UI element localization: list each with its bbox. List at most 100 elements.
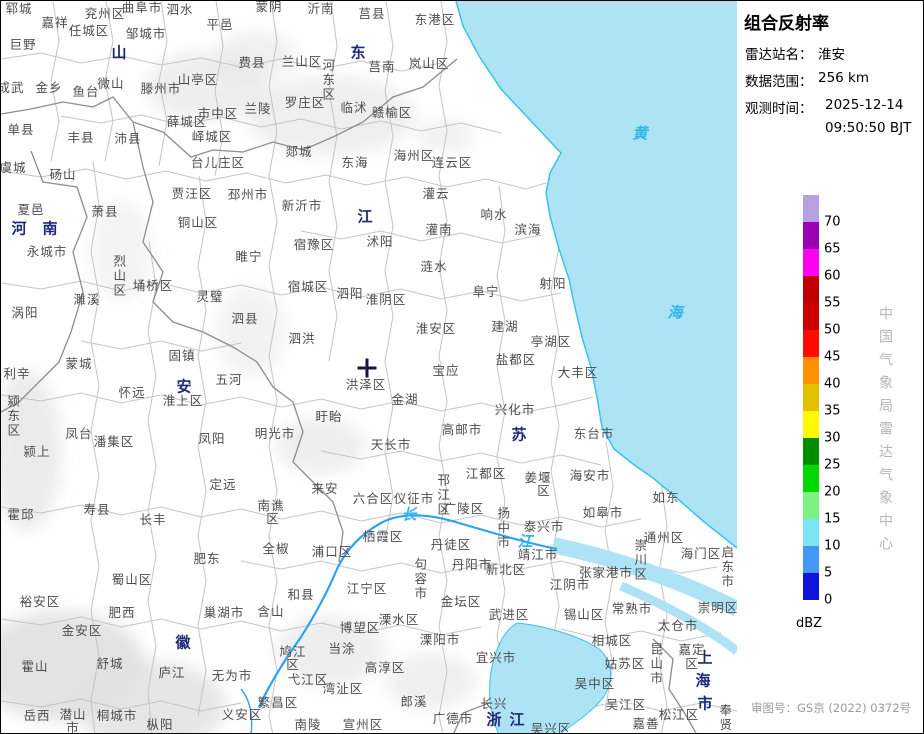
district-label: 吴兴区 (530, 720, 572, 734)
district-label: 平邑 (206, 16, 234, 32)
district-label: 台儿庄区 (190, 154, 246, 170)
district-label: 淮安区 (415, 320, 457, 336)
district-label: 繁昌区 (257, 694, 299, 710)
district-label: 岳西 (23, 707, 51, 723)
district-label: 太仓市 (657, 617, 699, 633)
district-label: 射阳 (539, 275, 567, 291)
legend-tick: 20 (824, 484, 841, 500)
district-label: 永城市 (26, 243, 68, 259)
data-range-label: 数据范围： (745, 74, 813, 90)
district-label: 利辛 (3, 365, 31, 381)
district-label: 高邮市 (441, 421, 483, 437)
district-label: 铜山区 (177, 214, 219, 230)
district-label: 兰陵 (244, 100, 272, 116)
legend-color-cell (803, 519, 819, 546)
district-label: 枞阳 (146, 716, 174, 732)
district-label: 烈山区 (111, 254, 127, 298)
district-label: 怀远 (118, 384, 146, 400)
district-label: 区 (266, 510, 280, 526)
district-label: 霍山 (21, 658, 49, 674)
district-label: 博望区 (339, 619, 381, 635)
legend-color-cell (803, 465, 819, 492)
info-panel: 组合反射率 雷达站名： 淮安 数据范围： 256 km 观测时间： 2025-1… (737, 1, 923, 733)
legend-tick: 50 (824, 322, 841, 338)
district-label: 浦口区 (311, 543, 353, 559)
district-label: 含山 (257, 603, 285, 619)
district-label: 盐都区 (495, 351, 537, 367)
legend-tick: 30 (824, 430, 841, 446)
province-label: 南 (42, 219, 58, 238)
district-label: 罗庄区 (284, 94, 326, 110)
legend-tick: 15 (824, 511, 841, 527)
district-label: 长兴 (480, 695, 508, 711)
district-label: 金安区 (61, 622, 103, 638)
district-label: 沛县 (114, 130, 142, 146)
province-label: 上 (697, 648, 713, 667)
district-label: 郯城 (285, 143, 313, 159)
legend-color-cell (803, 303, 819, 330)
district-label: 虞城 (1, 159, 27, 175)
district-label: 成武 (1, 79, 25, 95)
district-label: 江宁区 (346, 580, 388, 596)
district-label: 固镇 (168, 347, 196, 363)
district-label: 六合区 (352, 490, 394, 506)
watermark-vertical-text: 中国气象局雷达气象中心 (877, 306, 893, 559)
district-label: 赣榆区 (371, 104, 413, 120)
district-label: 舒城 (96, 655, 124, 671)
district-label: 新沂市 (281, 197, 323, 213)
legend-color-cell (803, 276, 819, 303)
legend-tick: 5 (824, 565, 833, 581)
district-label: 涟水 (420, 258, 448, 274)
province-label: 市 (697, 694, 713, 713)
district-label: 宝应 (432, 362, 460, 378)
district-label: 费县 (238, 54, 266, 70)
district-label: 沂南 (307, 1, 335, 16)
district-label: 邳州市 (227, 186, 269, 202)
district-label: 泰兴市 (523, 518, 565, 534)
district-label: 无为市 (211, 667, 253, 683)
district-label: 金湖 (391, 391, 419, 407)
district-label: 亭湖区 (530, 333, 572, 349)
district-label: 崇川区 (632, 538, 648, 582)
district-label: 霍邱 (7, 506, 35, 522)
district-label: 颍东区 (5, 394, 21, 438)
district-label: 泗县 (231, 310, 259, 326)
district-label: 淮阴区 (365, 291, 407, 307)
district-label: 蜀山区 (111, 571, 153, 587)
district-label: 泗水 (166, 1, 194, 17)
district-label: 江都区 (465, 465, 507, 481)
district-label: 洪泽区 (345, 376, 387, 392)
district-label: 相城区 (591, 632, 633, 648)
district-label: 靖江市 (517, 546, 559, 562)
district-label: 颍上 (23, 443, 51, 459)
radar-map: 郓城嘉祥兖州区曲阜市泗水平邑任城区邹城市巨野费县成武金乡鱼台微山滕州市山亭区市中… (1, 1, 737, 734)
district-label: 盱眙 (315, 408, 343, 424)
obs-time-clock: 09:50:50 BJT (825, 120, 912, 136)
district-label: 泗阳 (336, 285, 364, 301)
district-label: 裕安区 (19, 593, 61, 609)
station-name-value: 淮安 (818, 47, 845, 63)
water-label: 长 (401, 505, 417, 524)
district-label: 滕州市 (140, 80, 182, 96)
district-label: 高淳区 (364, 659, 406, 675)
district-label: 江阴市 (549, 576, 591, 592)
district-label: 砀山 (49, 166, 77, 182)
district-label: 兰山区 (281, 53, 323, 69)
obs-time-date: 2025-12-14 (825, 97, 904, 113)
legend-tick: 10 (824, 538, 841, 554)
district-label: 莒县 (358, 5, 386, 21)
district-label: 区 (537, 482, 551, 498)
water-label: 海 (667, 303, 683, 322)
district-label: 任城区 (68, 22, 110, 38)
district-label: 嘉祥 (41, 14, 69, 30)
district-label: 锡山区 (563, 606, 605, 622)
data-range-value: 256 km (818, 70, 870, 86)
district-label: 灵璧 (196, 288, 224, 304)
district-label: 区 (286, 656, 300, 672)
district-label: 濉溪 (73, 291, 101, 307)
district-label: 昆山市 (648, 642, 664, 686)
district-label: 巨野 (9, 36, 37, 52)
district-label: 东港区 (414, 11, 456, 27)
district-label: 潘集区 (93, 433, 135, 449)
district-label: 夏邑 (17, 201, 45, 217)
